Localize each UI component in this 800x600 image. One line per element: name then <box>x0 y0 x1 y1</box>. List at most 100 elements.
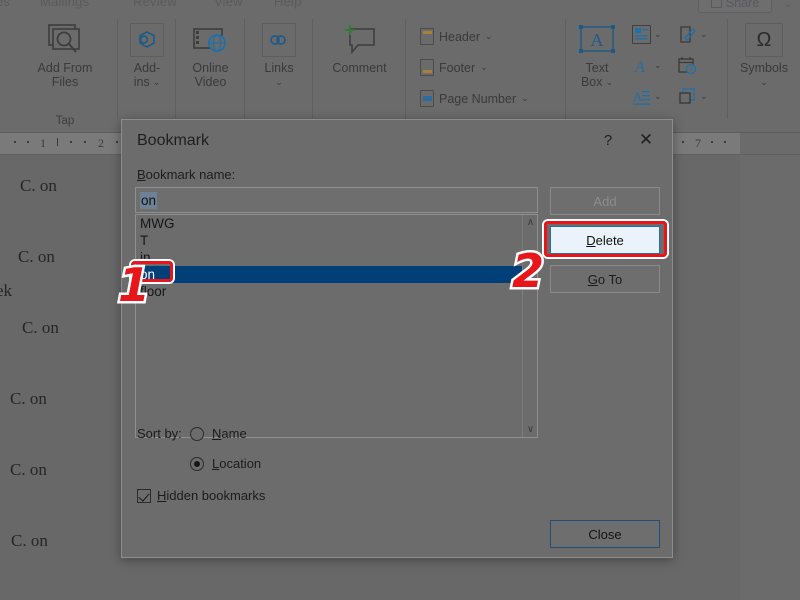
go-to-button-rest: o To <box>597 271 623 287</box>
document-line: C. on <box>11 531 48 550</box>
text-box-label-line2: Box <box>580 75 603 89</box>
symbols-button[interactable]: Ω Symbols ⌄ <box>728 19 800 89</box>
hidden-bookmarks-accel: H <box>157 488 167 503</box>
wordart-button[interactable]: A ⌄ <box>632 56 662 75</box>
go-to-button-accel: G <box>587 271 598 287</box>
document-line: C. on <box>20 176 57 195</box>
symbols-label: Symbols <box>740 61 788 75</box>
signature-line-button[interactable]: ⌄ <box>678 25 708 44</box>
footer-label: Footer <box>439 60 476 75</box>
wordart-icon: A <box>632 56 651 75</box>
document-line: C. on <box>10 460 47 479</box>
document-line: C. on <box>10 389 47 408</box>
sort-by-name-radio[interactable]: Name <box>190 426 247 441</box>
chevron-down-icon[interactable]: ⌄ <box>654 60 662 71</box>
list-item[interactable]: floor <box>136 283 537 300</box>
add-ins-label-line1: Add- <box>133 61 161 75</box>
radio-name-accel: N <box>212 426 222 441</box>
ribbon-group-header-footer: Header ⌄ Footer ⌄ Page Number ⌄ <box>406 13 566 133</box>
comment-label: Comment <box>332 61 387 75</box>
list-item-selected[interactable]: on <box>136 266 537 283</box>
help-icon[interactable]: ? <box>592 125 624 155</box>
chevron-down-icon[interactable]: ⌄ <box>700 91 708 102</box>
online-video-label-line2: Video <box>194 75 227 89</box>
close-button[interactable]: Close <box>550 520 660 548</box>
page-number-button[interactable]: Page Number ⌄ <box>420 90 529 107</box>
tab-review[interactable]: Review <box>133 0 177 9</box>
chevron-down-icon[interactable]: ⌄ <box>700 29 708 40</box>
ribbon-group-tap-label: Tap <box>55 115 75 127</box>
online-video-button[interactable]: Online Video <box>176 19 245 89</box>
list-item[interactable]: in <box>136 249 537 266</box>
chevron-down-icon[interactable]: ⌄ <box>480 62 488 73</box>
chevron-down-icon[interactable]: ⌄ <box>654 29 662 40</box>
add-from-files-label-line1: Add From <box>37 61 93 75</box>
close-icon[interactable]: ✕ <box>630 125 662 155</box>
header-label: Header <box>439 29 480 44</box>
go-to-button[interactable]: Go To <box>550 265 660 293</box>
tab-view[interactable]: View <box>214 0 243 9</box>
drop-cap-button[interactable]: A ⌄ <box>632 87 662 106</box>
chevron-down-icon[interactable]: ⌄ <box>153 75 161 89</box>
ribbon-group-online-video: Online Video <box>176 13 245 133</box>
text-box-label-line1: Text <box>585 61 609 75</box>
scroll-down-icon[interactable]: ∨ <box>523 422 537 437</box>
text-box-button[interactable]: A Text Box ⌄ <box>566 19 628 89</box>
sort-by-location-radio[interactable]: Location <box>190 456 261 471</box>
tab-mailings[interactable]: Mailings <box>40 0 89 9</box>
list-item[interactable]: MWG <box>136 215 537 232</box>
sort-by-label: Sort by: <box>137 426 182 441</box>
omega-icon: Ω <box>745 19 783 61</box>
chevron-down-icon[interactable]: ⌄ <box>521 93 529 104</box>
object-button[interactable]: ⌄ <box>678 87 708 106</box>
radio-name-rest: ame <box>221 426 247 441</box>
chevron-down-icon[interactable]: ⌄ <box>275 75 283 89</box>
radio-location-rest: ocation <box>219 456 262 471</box>
radio-location-icon[interactable] <box>190 456 204 471</box>
add-button[interactable]: Add <box>550 187 660 215</box>
tab-help[interactable]: Help <box>274 0 302 9</box>
delete-button[interactable]: Delete <box>550 226 660 254</box>
text-box-icon: A <box>574 19 620 61</box>
checkbox-icon[interactable] <box>137 488 151 503</box>
chevron-down-icon[interactable]: ⌄ <box>606 75 614 89</box>
chevron-down-icon[interactable]: ⌄ <box>485 31 493 42</box>
sort-by-text: Sort by: <box>137 426 182 441</box>
chevron-down-icon[interactable]: ⌄ <box>654 91 662 102</box>
delete-button-accel: D <box>586 232 596 248</box>
header-button[interactable]: Header ⌄ <box>420 28 493 45</box>
quick-parts-icon <box>632 25 651 44</box>
ribbon-group-tap: Add From Files Tap <box>12 13 118 133</box>
bookmark-list[interactable]: MWG T in on floor ∧ ∨ <box>135 214 538 438</box>
ribbon-options-chevron-icon[interactable]: ⌄ <box>784 0 793 10</box>
page-number-icon <box>420 90 434 107</box>
chevron-down-icon[interactable]: ⌄ <box>760 75 768 89</box>
scroll-up-icon[interactable]: ∧ <box>523 215 537 230</box>
radio-name-icon[interactable] <box>190 426 204 441</box>
bookmark-name-input[interactable]: on <box>135 187 538 213</box>
links-button[interactable]: Links ⌄ <box>245 19 313 89</box>
comment-button[interactable]: Comment <box>313 19 406 75</box>
delete-button-rest: elete <box>595 232 624 248</box>
quick-parts-button[interactable]: ⌄ <box>632 25 662 44</box>
links-icon <box>262 19 296 61</box>
hidden-bookmarks-checkbox[interactable]: Hidden bookmarks <box>137 488 265 503</box>
add-ins-button[interactable]: Add- ins ⌄ <box>118 19 176 89</box>
footer-icon <box>420 59 434 76</box>
drop-cap-icon: A <box>632 87 651 106</box>
signature-line-icon <box>678 25 697 44</box>
ruler-mark-7: 7 <box>695 136 701 150</box>
header-icon <box>420 28 434 45</box>
add-ins-icon <box>130 19 164 61</box>
add-ins-label-line2: ins <box>133 75 150 89</box>
footer-button[interactable]: Footer ⌄ <box>420 59 488 76</box>
date-time-icon <box>678 56 697 75</box>
share-button[interactable]: Share <box>698 0 772 13</box>
tab-mailings-partial[interactable]: es <box>0 0 10 9</box>
list-item[interactable]: T <box>136 232 537 249</box>
add-from-files-button[interactable]: Add From Files <box>12 19 118 89</box>
online-video-label-line1: Online <box>192 61 229 75</box>
date-time-button[interactable] <box>678 56 697 75</box>
ribbon-group-text: A Text Box ⌄ ⌄ A ⌄ A ⌄ ⌄ ⌄ <box>566 13 728 133</box>
ruler-mark-1: 1 <box>40 136 46 150</box>
